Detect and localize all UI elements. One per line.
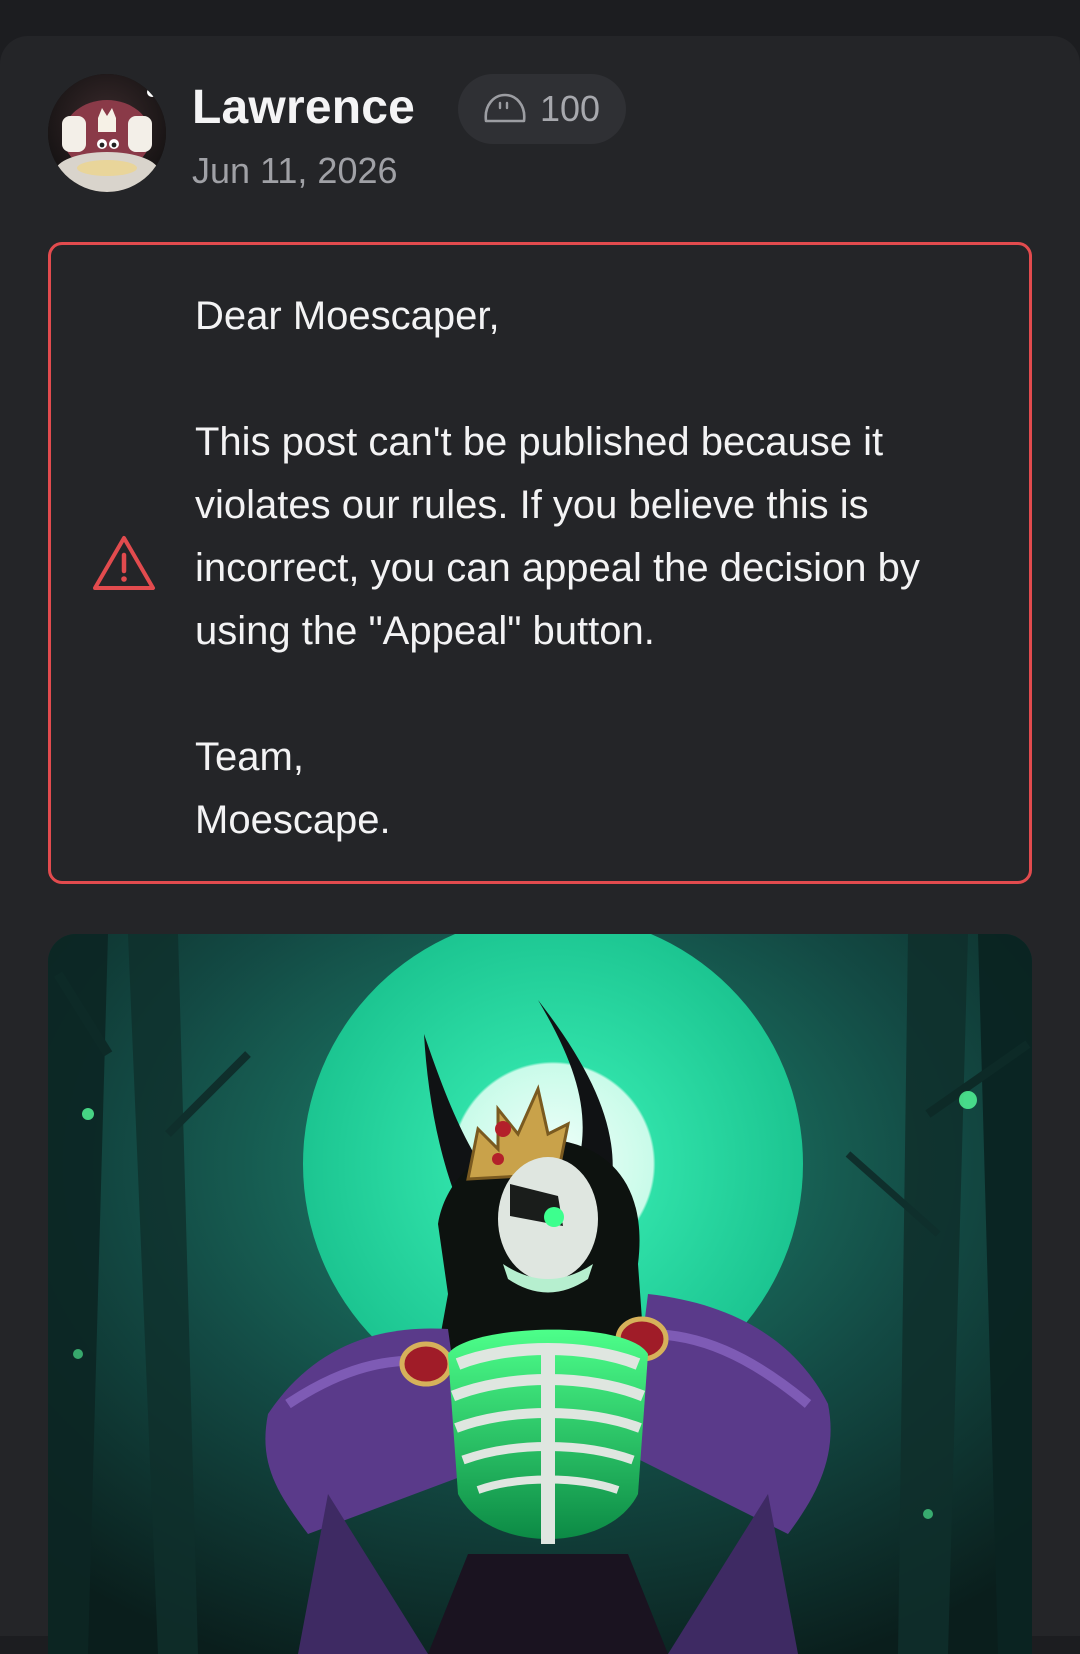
- notice-signoff-line2: Moescape.: [195, 798, 391, 842]
- author-name[interactable]: Lawrence: [192, 80, 415, 135]
- credits-badge[interactable]: 100: [458, 74, 626, 144]
- notice-greeting: Dear Moescaper,: [195, 294, 500, 338]
- bubble-icon: [484, 93, 526, 123]
- notice-message: Dear Moescaper, This post can't be publi…: [195, 285, 1007, 852]
- post-image[interactable]: [48, 934, 1032, 1654]
- author-avatar[interactable]: [48, 74, 166, 192]
- post-card: Lawrence 100 Jun 11, 2026 Dear Moescaper…: [0, 36, 1080, 1654]
- post-date: Jun 11, 2026: [192, 150, 398, 191]
- notice-signoff-line1: Team,: [195, 735, 304, 779]
- moderation-notice: Dear Moescaper, This post can't be publi…: [48, 242, 1032, 884]
- notice-body: This post can't be published because it …: [195, 420, 920, 653]
- avatar-image: [48, 74, 166, 192]
- warning-triangle-icon: [93, 536, 155, 590]
- credits-count: 100: [540, 88, 601, 129]
- skeleton-queen-illustration: [48, 934, 1032, 1654]
